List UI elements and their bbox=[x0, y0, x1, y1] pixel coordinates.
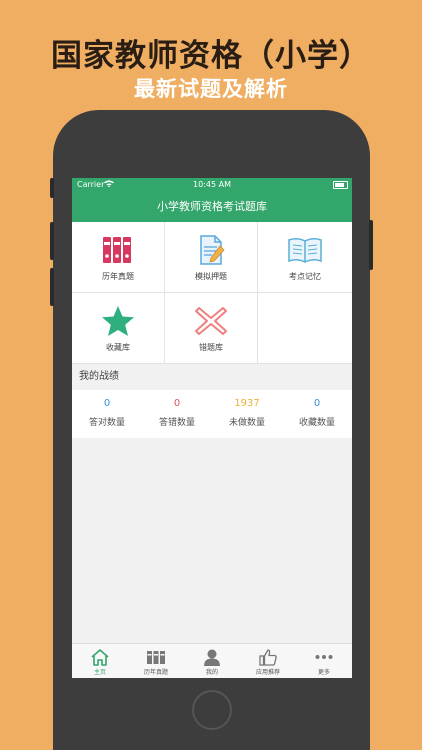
promo-subtitle: 最新试题及解析 bbox=[134, 77, 288, 101]
open-book-icon bbox=[287, 234, 323, 266]
grid-item-label: 考点记忆 bbox=[289, 272, 321, 281]
battery-icon bbox=[333, 181, 348, 189]
tab-app-recommend[interactable]: 应用推荐 bbox=[240, 644, 296, 678]
stat-value: 1937 bbox=[234, 398, 260, 409]
status-time: 10:45 AM bbox=[193, 180, 231, 189]
books-icon bbox=[146, 648, 166, 666]
star-icon bbox=[100, 305, 136, 337]
app-screen: Carrier 10:45 AM 小学教师资格考试题库 历年真题 模拟押题 考点… bbox=[72, 178, 352, 678]
phone-mute-switch bbox=[50, 178, 54, 198]
grid-item-wrong-questions[interactable]: 错题库 bbox=[165, 293, 258, 364]
binders-icon bbox=[100, 234, 136, 266]
grid-item-key-points[interactable]: 考点记忆 bbox=[258, 222, 352, 293]
grid-item-mock-questions[interactable]: 模拟押题 bbox=[165, 222, 258, 293]
tab-label: 更多 bbox=[317, 669, 330, 676]
tab-more[interactable]: 更多 bbox=[296, 644, 352, 678]
tab-mine[interactable]: 我的 bbox=[184, 644, 240, 678]
phone-volume-down bbox=[50, 268, 54, 306]
grid-item-past-exams[interactable]: 历年真题 bbox=[72, 222, 165, 293]
grid-item-label: 模拟押题 bbox=[195, 272, 227, 281]
feature-grid: 历年真题 模拟押题 考点记忆 收藏库 错题库 bbox=[72, 222, 352, 364]
tab-label: 主页 bbox=[93, 669, 106, 676]
section-title: 我的战绩 bbox=[72, 364, 352, 390]
stat-label: 未做数量 bbox=[228, 418, 265, 428]
grid-item-empty bbox=[258, 293, 352, 364]
stat-correct: 0 答对数量 bbox=[72, 390, 142, 438]
nav-title: 小学教师资格考试题库 bbox=[72, 192, 352, 222]
stats-row: 0 答对数量 0 答错数量 1937 未做数量 0 收藏数量 bbox=[72, 390, 352, 438]
more-dots-icon bbox=[314, 648, 334, 666]
stat-wrong: 0 答错数量 bbox=[142, 390, 212, 438]
tab-label: 应用推荐 bbox=[255, 669, 280, 676]
grid-item-label: 历年真题 bbox=[102, 272, 134, 281]
stat-value: 0 bbox=[313, 398, 321, 409]
status-bar: Carrier 10:45 AM bbox=[72, 178, 352, 192]
grid-item-favorites[interactable]: 收藏库 bbox=[72, 293, 165, 364]
x-mark-icon bbox=[193, 305, 229, 337]
grid-item-label: 收藏库 bbox=[106, 343, 130, 352]
phone-volume-up bbox=[50, 222, 54, 260]
phone-home-button bbox=[192, 690, 232, 730]
user-icon bbox=[202, 648, 222, 666]
tab-label: 历年真题 bbox=[143, 669, 168, 676]
phone-power-button bbox=[369, 220, 373, 270]
tab-past-exams[interactable]: 历年真题 bbox=[128, 644, 184, 678]
stat-label: 答对数量 bbox=[88, 418, 125, 428]
stat-label: 答错数量 bbox=[158, 418, 195, 428]
stat-value: 0 bbox=[103, 398, 111, 409]
stat-value: 0 bbox=[173, 398, 181, 409]
grid-item-label: 错题库 bbox=[199, 343, 223, 352]
tab-label: 我的 bbox=[205, 669, 218, 676]
tab-home[interactable]: 主页 bbox=[72, 644, 128, 678]
thumbs-up-icon bbox=[258, 648, 278, 666]
tab-bar: 主页 历年真题 我的 应用推荐 更多 bbox=[72, 643, 352, 678]
stat-undone: 1937 未做数量 bbox=[212, 390, 282, 438]
stat-favorites: 0 收藏数量 bbox=[282, 390, 352, 438]
stat-label: 收藏数量 bbox=[298, 418, 335, 428]
promo-title: 国家教师资格（小学） bbox=[51, 38, 371, 74]
home-icon bbox=[90, 648, 110, 666]
document-pencil-icon bbox=[193, 234, 229, 266]
